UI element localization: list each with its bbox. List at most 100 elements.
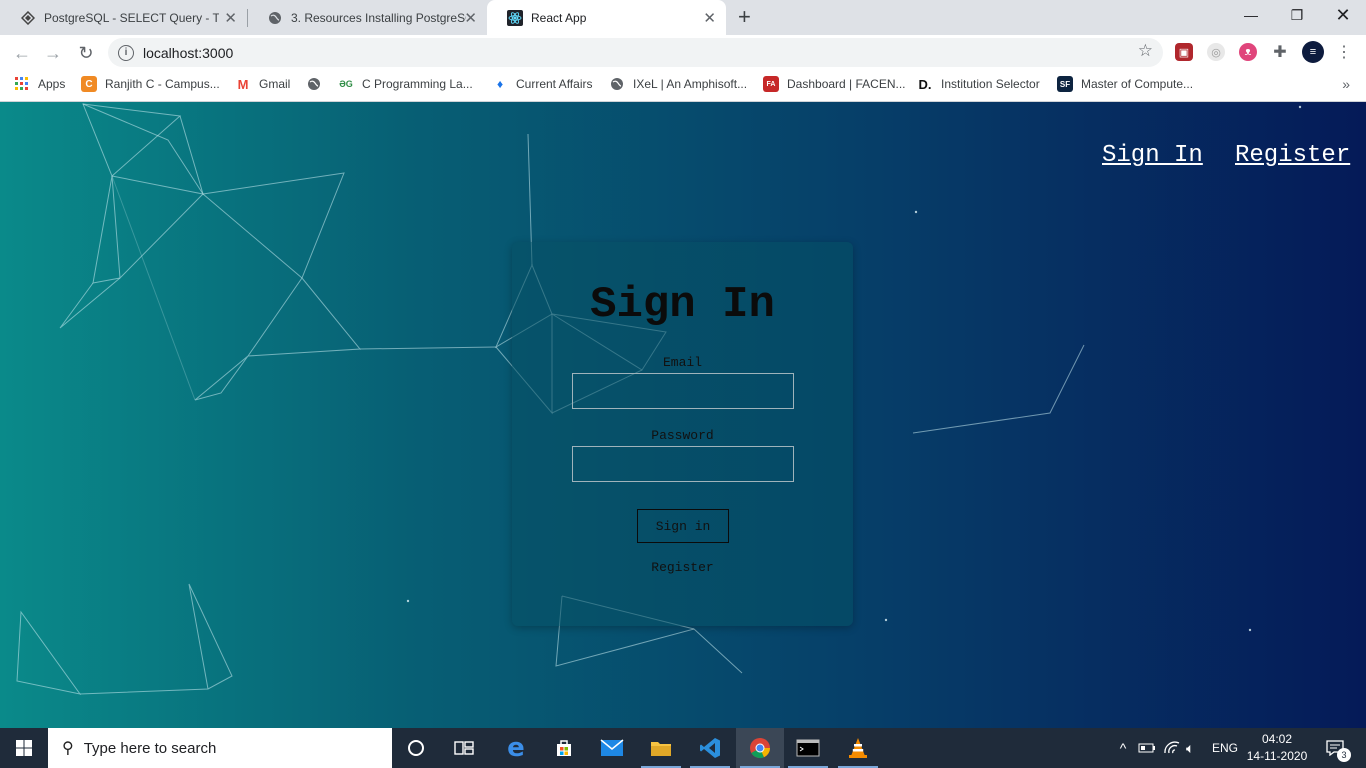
address-bar[interactable]: i localhost:3000 ☆	[108, 38, 1163, 67]
gmail-icon: M	[237, 76, 249, 92]
clock-time: 04:02	[1261, 732, 1293, 746]
edge-icon: e	[507, 733, 525, 763]
tab-postgresql-select[interactable]: PostgreSQL - SELECT Query - Tut ✕	[0, 0, 248, 35]
edge-taskbar-button[interactable]: e	[492, 728, 540, 768]
bookmark-label: Institution Selector	[941, 77, 1040, 91]
bookmark-gmail[interactable]: M Gmail	[235, 76, 291, 92]
clock[interactable]: 04:02 14-11-2020	[1240, 731, 1314, 765]
extensions-puzzle-icon[interactable]: ✚	[1271, 43, 1289, 61]
search-placeholder: Type here to search	[83, 739, 217, 757]
apps-grid-icon	[14, 76, 30, 92]
tab-resources-installing[interactable]: 3. Resources Installing PostgreSQ ✕	[247, 0, 487, 35]
search-icon: ⚲	[62, 740, 74, 757]
bookmark-institution[interactable]: D. Institution Selector	[917, 76, 1040, 92]
profile-avatar[interactable]: ≡	[1302, 41, 1324, 63]
language-indicator[interactable]: ENG	[1212, 728, 1238, 768]
bookmark-globe[interactable]	[306, 76, 330, 92]
signin-card: Sign In Email Password Sign in Register	[512, 242, 853, 626]
tab-react-app[interactable]: React App ✕	[487, 0, 726, 35]
file-explorer-taskbar-button[interactable]	[637, 728, 685, 768]
close-icon[interactable]: ✕	[703, 9, 716, 27]
bookmark-master-computer[interactable]: SF Master of Compute...	[1057, 76, 1193, 92]
email-label: Email	[662, 355, 702, 370]
volume-icon[interactable]: 🔈︎	[1186, 728, 1194, 768]
notification-badge: 3	[1337, 748, 1351, 762]
react-app-page: Sign In Register Sign In Email Password …	[0, 102, 1366, 728]
site-info-icon[interactable]: i	[118, 44, 134, 61]
react-icon	[507, 9, 523, 26]
chrome-icon	[750, 738, 771, 759]
globe-icon	[306, 76, 322, 92]
password-field[interactable]	[572, 446, 794, 482]
tab-title: PostgreSQL - SELECT Query - Tut	[44, 10, 219, 25]
vlc-taskbar-button[interactable]	[834, 728, 882, 768]
bookmark-facen[interactable]: FA Dashboard | FACEN...	[763, 76, 906, 92]
wifi-icon[interactable]	[1163, 728, 1181, 768]
page-title: Sign In	[590, 280, 775, 330]
email-field[interactable]	[572, 373, 794, 409]
menu-kebab-icon[interactable]: ⋮	[1335, 43, 1353, 61]
bookmark-apps[interactable]: Apps	[14, 76, 65, 92]
battery-icon[interactable]	[1138, 728, 1156, 768]
vscode-icon	[700, 738, 720, 758]
password-label: Password	[651, 428, 714, 443]
globe-icon	[609, 76, 625, 92]
close-icon[interactable]: ✕	[464, 9, 477, 27]
back-button[interactable]: ←	[9, 40, 35, 66]
reload-button[interactable]: ↻	[73, 40, 99, 66]
globe-icon	[267, 10, 283, 26]
bookmark-label: Apps	[38, 77, 66, 91]
sf-icon: SF	[1057, 76, 1073, 92]
vscode-taskbar-button[interactable]	[686, 728, 734, 768]
start-button[interactable]	[0, 728, 48, 768]
task-view-button[interactable]	[440, 728, 488, 768]
terminal-taskbar-button[interactable]	[784, 728, 832, 768]
close-window-button[interactable]: ✕	[1320, 0, 1366, 30]
extension-red-icon[interactable]: ▣	[1175, 43, 1193, 61]
bookmark-label: Gmail	[259, 77, 291, 91]
close-icon[interactable]: ✕	[224, 9, 237, 27]
chevron-up-icon[interactable]: ^	[1114, 728, 1132, 768]
browser-toolbar: ← → ↻ i localhost:3000 ☆ ▣ ◎ ᴥ ✚ ≡ ⋮	[0, 35, 1366, 70]
bookmark-label: Dashboard | FACEN...	[787, 77, 906, 91]
chrome-taskbar-button[interactable]	[736, 728, 784, 768]
bookmark-c-programming[interactable]: ƏG C Programming La...	[338, 76, 473, 92]
tab-title: React App	[531, 10, 587, 25]
restore-button[interactable]: ❐	[1274, 0, 1320, 30]
bookmark-label: C Programming La...	[362, 77, 473, 91]
bookmark-label: IXeL | An Amphisoft...	[633, 77, 748, 91]
folder-icon	[651, 742, 671, 756]
mail-taskbar-button[interactable]	[588, 728, 636, 768]
bookmark-star-icon[interactable]: ☆	[1138, 41, 1153, 61]
bookmark-current-affairs[interactable]: ♦ Current Affairs	[492, 76, 593, 92]
extension-cat-icon[interactable]: ᴥ	[1239, 43, 1257, 61]
nav-signin-link[interactable]: Sign In	[1102, 142, 1203, 169]
bookmark-campus[interactable]: C Ranjith C - Campus...	[81, 76, 220, 92]
bookmark-label: Master of Compute...	[1081, 77, 1194, 91]
campus-icon: C	[81, 76, 97, 92]
notifications-button[interactable]: 3	[1322, 728, 1351, 768]
chevron-double-right-icon[interactable]: »	[1342, 76, 1350, 92]
signin-button[interactable]: Sign in	[637, 509, 729, 543]
extension-circle-icon[interactable]: ◎	[1207, 43, 1225, 61]
cortana-button[interactable]	[392, 728, 440, 768]
mail-icon	[600, 739, 624, 756]
store-taskbar-button[interactable]	[540, 728, 588, 768]
bookmark-ixel[interactable]: IXeL | An Amphisoft...	[609, 76, 747, 92]
forward-button[interactable]: →	[40, 40, 66, 66]
terminal-icon	[796, 739, 820, 757]
cortana-circle-icon	[408, 740, 424, 756]
tab-strip: PostgreSQL - SELECT Query - Tut ✕ 3. Res…	[0, 0, 1366, 35]
vlc-cone-icon	[849, 738, 867, 758]
nav-register-link[interactable]: Register	[1235, 142, 1350, 169]
current-affairs-icon: ♦	[496, 77, 504, 91]
bookmarks-bar: Apps C Ranjith C - Campus... M Gmail ƏG …	[0, 70, 1366, 102]
postgres-diamond-icon	[20, 10, 36, 26]
new-tab-button[interactable]: +	[738, 4, 751, 30]
taskbar-search-box[interactable]: ⚲ Type here to search	[48, 728, 392, 768]
minimize-button[interactable]: —	[1228, 0, 1274, 30]
gfg-icon: ƏG	[339, 79, 353, 89]
register-link[interactable]: Register	[512, 560, 853, 575]
task-view-icon	[454, 741, 474, 755]
windows-taskbar: ⚲ Type here to search e ^ 🔈︎ ENG 04:02 1…	[0, 728, 1366, 768]
